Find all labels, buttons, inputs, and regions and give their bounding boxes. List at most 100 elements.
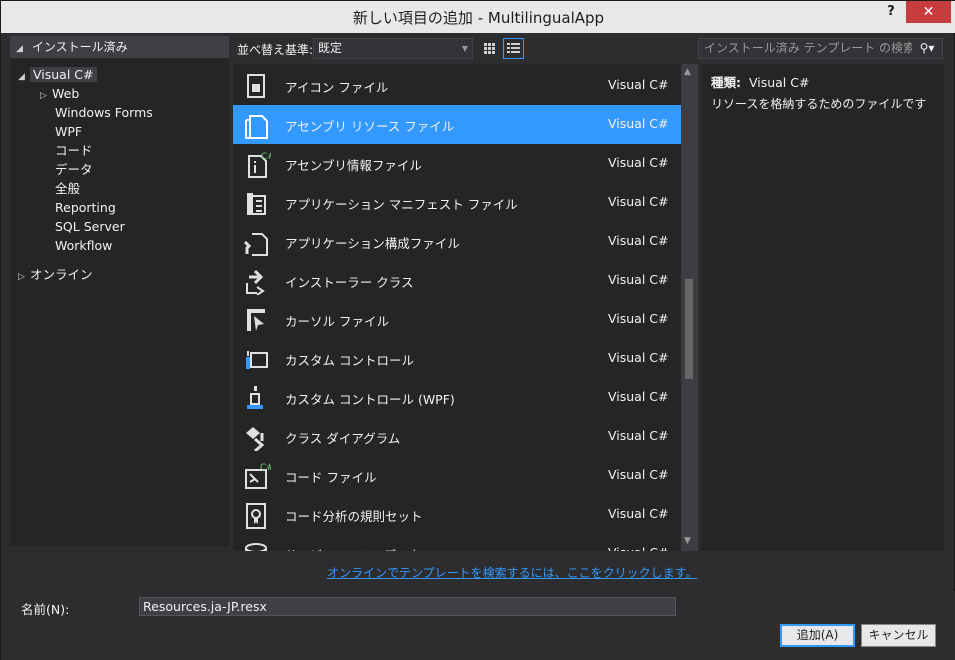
- template-name: アセンブリ情報ファイル: [285, 158, 422, 173]
- icon-file-icon: [247, 74, 265, 98]
- template-language: Visual C#: [608, 155, 669, 170]
- type-value: Visual C#: [748, 75, 810, 90]
- manifest-icon: [247, 193, 266, 215]
- template-list-item[interactable]: C# アセンブリ情報ファイル Visual C#: [233, 144, 681, 183]
- tree-item-label: Visual C#: [30, 67, 97, 82]
- tree-item-label: オンライン: [30, 267, 93, 282]
- template-language: Visual C#: [608, 506, 669, 521]
- template-list-item[interactable]: アプリケーション構成ファイル Visual C#: [233, 222, 681, 261]
- template-language: Visual C#: [608, 233, 669, 248]
- tree-item-wpf[interactable]: WPF: [55, 123, 82, 141]
- tree-item-reporting[interactable]: Reporting: [55, 199, 116, 217]
- svg-text:C#: C#: [261, 152, 271, 162]
- template-name: カーソル ファイル: [285, 314, 389, 329]
- tree-item-windows-forms[interactable]: Windows Forms: [55, 104, 153, 122]
- medium-icons-view-button[interactable]: [479, 38, 500, 59]
- template-language: Visual C#: [608, 545, 669, 551]
- template-type: 種類: Visual C#: [711, 72, 809, 91]
- collapsed-arrow-icon: ▷: [18, 272, 25, 282]
- config-file-icon: [243, 233, 268, 256]
- collapsed-arrow-icon: ▷: [40, 91, 47, 101]
- close-button[interactable]: ✕: [906, 1, 951, 23]
- scrollbar-thumb[interactable]: [685, 279, 693, 379]
- add-new-item-dialog: 新しい項目の追加 - MultilingualApp ? ✕ ◢ インストール済…: [0, 0, 955, 660]
- template-language: Visual C#: [608, 389, 669, 404]
- add-button[interactable]: 追加(A): [780, 624, 855, 647]
- template-category-panel: ◢ インストール済み ◢ Visual C# ▷ Web Windows Forms…: [10, 36, 229, 546]
- template-language: Visual C#: [608, 428, 669, 443]
- template-list-item[interactable]: コード分析の規則セット Visual C#: [233, 495, 681, 534]
- search-icon[interactable]: ⚲▾: [912, 39, 942, 58]
- template-list-item[interactable]: クラス ダイアグラム Visual C#: [233, 417, 681, 456]
- list-view-icon: [507, 43, 520, 53]
- tree-item-online[interactable]: ▷ オンライン: [18, 266, 93, 284]
- template-name: アイコン ファイル: [285, 80, 389, 95]
- scroll-up-icon[interactable]: ▲: [684, 67, 691, 77]
- assembly-info-icon: C#: [248, 152, 271, 178]
- title-bar: 新しい項目の追加 - MultilingualApp ? ✕: [1, 1, 955, 33]
- template-name: カスタム コントロール: [285, 353, 414, 368]
- tree-item-general[interactable]: 全般: [55, 180, 80, 198]
- template-name: アプリケーション マニフェスト ファイル: [285, 197, 518, 212]
- ruleset-icon: [246, 503, 266, 529]
- template-name: クラス ダイアグラム: [285, 431, 401, 446]
- template-list-item[interactable]: インストーラー クラス Visual C#: [233, 261, 681, 300]
- template-list-item[interactable]: カーソル ファイル Visual C#: [233, 300, 681, 339]
- help-button[interactable]: ?: [881, 4, 901, 24]
- database-icon: [245, 543, 267, 551]
- search-placeholder: インストール済み テンプレート の検索 (Ctrl+E): [704, 41, 943, 55]
- template-name: カスタム コントロール (WPF): [285, 392, 455, 407]
- template-language: Visual C#: [608, 350, 669, 365]
- wpf-control-icon: [247, 386, 263, 409]
- cancel-button[interactable]: キャンセル: [861, 624, 936, 647]
- tree-item-sql-server[interactable]: SQL Server: [55, 218, 125, 236]
- cursor-icon: [247, 309, 265, 331]
- installed-label: インストール済み: [31, 40, 128, 54]
- name-input[interactable]: Resources.ja-JP.resx: [139, 597, 676, 616]
- svg-text:C#: C#: [260, 463, 271, 473]
- sort-dropdown[interactable]: 既定 ▼: [313, 38, 473, 59]
- template-toolbar: 並べ替え基準: 既定 ▼ インストール済み テンプレート の検索 (Ctrl+E…: [233, 37, 943, 61]
- template-search-input[interactable]: インストール済み テンプレート の検索 (Ctrl+E) ⚲▾: [698, 38, 943, 59]
- template-list-item[interactable]: アセンブリ リソース ファイル Visual C#: [233, 105, 681, 144]
- expand-arrow-icon: ◢: [18, 72, 25, 82]
- template-name: インストーラー クラス: [285, 275, 414, 290]
- tree-item-workflow[interactable]: Workflow: [55, 237, 112, 255]
- tree-item-web[interactable]: ▷ Web: [40, 85, 79, 103]
- window-title: 新しい項目の追加 - MultilingualApp: [352, 9, 605, 27]
- template-name: アプリケーション構成ファイル: [285, 236, 460, 251]
- online-search-link[interactable]: オンラインでテンプレートを検索するには、ここをクリックします。: [327, 564, 697, 581]
- template-list-item[interactable]: アプリケーション マニフェスト ファイル Visual C#: [233, 183, 681, 222]
- template-description: リソースを格納するためのファイルです: [711, 97, 927, 111]
- template-language: Visual C#: [608, 467, 669, 482]
- template-list: アイコン ファイル Visual C# アセンブリ リソース ファイル Visual …: [233, 64, 698, 551]
- class-diagram-icon: [246, 427, 265, 451]
- template-name: コード ファイル: [285, 470, 377, 485]
- type-label: 種類:: [711, 75, 741, 90]
- chevron-down-icon: ▼: [461, 44, 468, 53]
- scroll-down-icon[interactable]: ▼: [684, 536, 691, 546]
- installer-icon: [246, 269, 265, 295]
- template-language: Visual C#: [608, 77, 669, 92]
- template-list-item[interactable]: サービスベースのデータベース Visual C#: [233, 534, 681, 551]
- tree-item-code[interactable]: コード: [55, 142, 93, 160]
- tree-item-label: Web: [52, 86, 80, 101]
- installed-header[interactable]: ◢ インストール済み: [10, 36, 229, 58]
- sort-label: 並べ替え基準:: [237, 43, 314, 57]
- list-view-button[interactable]: [503, 38, 524, 59]
- template-list-item[interactable]: C# コード ファイル Visual C#: [233, 456, 681, 495]
- template-name: コード分析の規則セット: [285, 509, 423, 524]
- template-language: Visual C#: [608, 311, 669, 326]
- tree-item-data[interactable]: データ: [55, 161, 93, 179]
- sort-value: 既定: [318, 41, 343, 55]
- template-name: アセンブリ リソース ファイル: [285, 119, 455, 134]
- template-list-item[interactable]: カスタム コントロール (WPF) Visual C#: [233, 378, 681, 417]
- name-label: 名前(N):: [21, 602, 70, 617]
- template-list-item[interactable]: カスタム コントロール Visual C#: [233, 339, 681, 378]
- template-list-scrollbar[interactable]: ▲ ▼: [681, 64, 698, 551]
- tree-item-visual-csharp[interactable]: ◢ Visual C#: [18, 66, 97, 84]
- template-list-item[interactable]: アイコン ファイル Visual C#: [233, 66, 681, 105]
- custom-control-icon: [246, 351, 268, 369]
- resource-file-icon: [245, 115, 268, 139]
- template-language: Visual C#: [608, 116, 669, 131]
